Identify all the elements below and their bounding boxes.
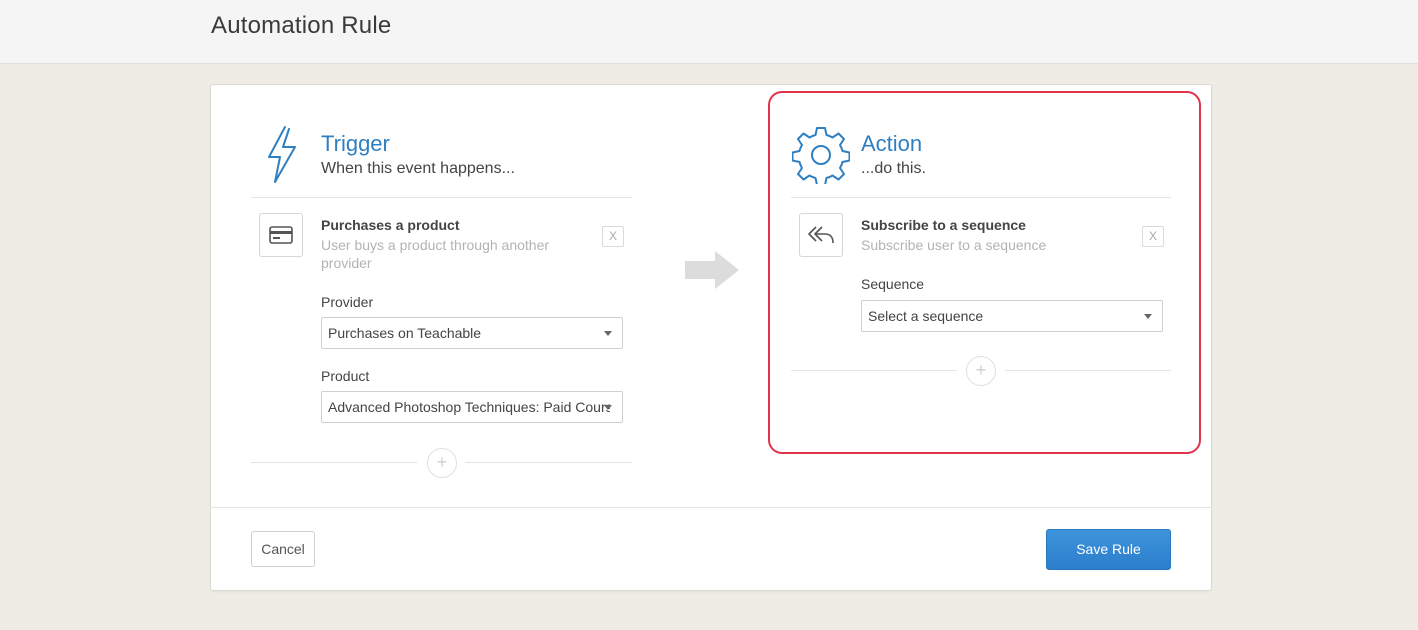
trigger-item-description: User buys a product through another prov… <box>321 237 550 271</box>
action-highlight-box <box>768 91 1201 454</box>
provider-label: Provider <box>321 294 374 310</box>
product-label: Product <box>321 368 370 384</box>
trigger-title: Trigger <box>321 131 390 156</box>
save-rule-button[interactable]: Save Rule <box>1046 529 1171 570</box>
trigger-divider <box>251 197 632 198</box>
add-trigger-condition-button[interactable]: + <box>427 448 457 478</box>
remove-trigger-button[interactable]: X <box>602 226 624 247</box>
cancel-button[interactable]: Cancel <box>251 531 315 567</box>
chevron-down-icon <box>604 331 612 336</box>
product-select[interactable]: Advanced Photoshop Techniques: Paid Cour… <box>321 391 623 423</box>
arrow-right-icon <box>685 251 739 294</box>
credit-card-icon <box>259 213 303 257</box>
page-title: Automation Rule <box>211 12 392 39</box>
footer-divider <box>211 507 1211 508</box>
rule-card: Trigger When this event happens... Purch… <box>210 84 1212 591</box>
divider-line <box>251 462 417 463</box>
lightning-icon <box>263 125 299 190</box>
divider-line <box>465 462 632 463</box>
chevron-down-icon <box>604 405 612 410</box>
provider-select-value: Purchases on Teachable <box>328 325 482 341</box>
trigger-item-title: Purchases a product <box>321 217 460 233</box>
trigger-subtitle: When this event happens... <box>321 160 515 177</box>
provider-select[interactable]: Purchases on Teachable <box>321 317 623 349</box>
product-select-value: Advanced Photoshop Techniques: Paid Cour… <box>328 399 610 415</box>
top-bar: Automation Rule <box>0 0 1418 64</box>
